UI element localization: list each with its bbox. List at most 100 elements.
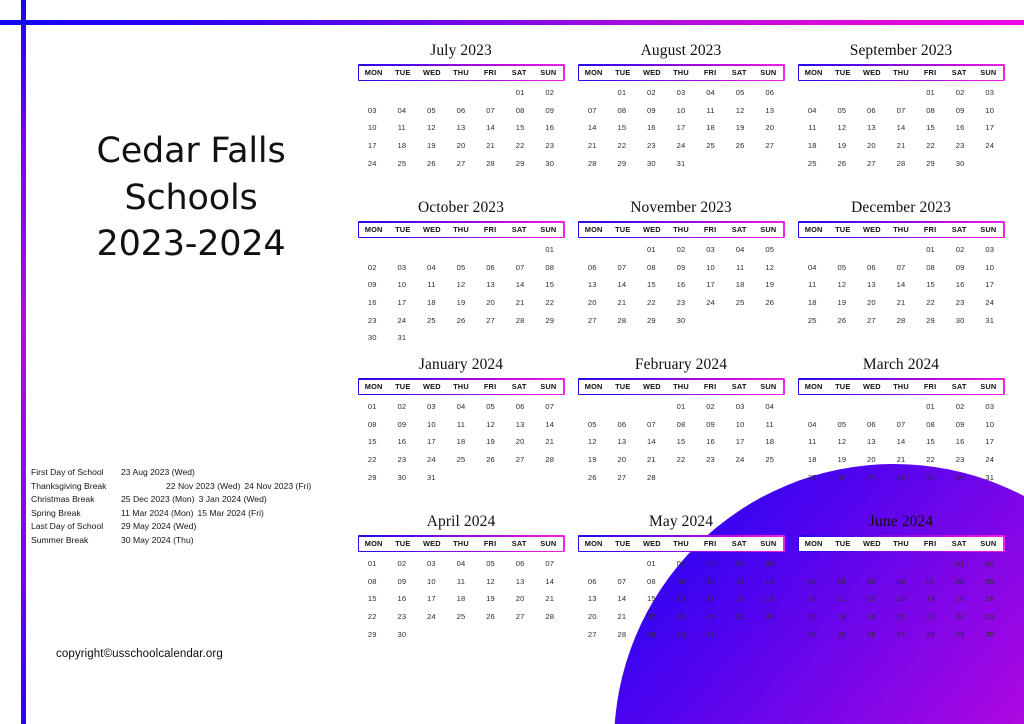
day-cell[interactable]: 06	[578, 573, 608, 591]
day-cell[interactable]: 30	[975, 626, 1005, 644]
day-cell[interactable]: 17	[358, 137, 388, 155]
day-cell[interactable]: 18	[387, 137, 417, 155]
day-cell[interactable]: 29	[637, 312, 667, 330]
day-cell[interactable]: 09	[358, 276, 388, 294]
day-cell[interactable]: 23	[666, 608, 696, 626]
day-cell[interactable]: 30	[945, 312, 975, 330]
day-cell[interactable]: 27	[755, 137, 785, 155]
day-cell[interactable]: 07	[505, 259, 535, 277]
day-cell[interactable]: 07	[607, 573, 637, 591]
day-cell[interactable]: 04	[446, 555, 476, 573]
day-cell[interactable]: 27	[476, 312, 506, 330]
day-cell[interactable]: 10	[975, 416, 1005, 434]
day-cell[interactable]: 12	[446, 276, 476, 294]
day-cell[interactable]: 28	[886, 312, 916, 330]
day-cell[interactable]: 23	[945, 294, 975, 312]
day-cell[interactable]: 24	[666, 137, 696, 155]
day-cell[interactable]: 30	[387, 469, 417, 487]
day-cell[interactable]: 19	[827, 294, 857, 312]
day-cell[interactable]: 19	[476, 590, 506, 608]
day-cell[interactable]: 05	[417, 102, 447, 120]
day-cell[interactable]: 04	[798, 416, 828, 434]
day-cell[interactable]: 02	[358, 259, 388, 277]
day-cell[interactable]: 07	[916, 573, 946, 591]
day-cell[interactable]: 01	[916, 398, 946, 416]
day-cell[interactable]: 20	[446, 137, 476, 155]
day-cell[interactable]: 14	[535, 416, 565, 434]
day-cell[interactable]: 05	[857, 573, 887, 591]
day-cell[interactable]: 23	[945, 451, 975, 469]
day-cell[interactable]: 06	[505, 398, 535, 416]
day-cell[interactable]: 09	[975, 573, 1005, 591]
day-cell[interactable]: 02	[945, 241, 975, 259]
day-cell[interactable]: 05	[476, 398, 506, 416]
day-cell[interactable]: 20	[857, 137, 887, 155]
day-cell[interactable]: 21	[886, 294, 916, 312]
day-cell[interactable]: 09	[387, 416, 417, 434]
day-cell[interactable]: 16	[945, 119, 975, 137]
day-cell[interactable]: 28	[607, 626, 637, 644]
day-cell[interactable]: 20	[857, 451, 887, 469]
day-cell[interactable]: 21	[916, 608, 946, 626]
day-cell[interactable]: 05	[725, 84, 755, 102]
day-cell[interactable]: 20	[505, 433, 535, 451]
day-cell[interactable]: 29	[916, 312, 946, 330]
day-cell[interactable]: 06	[607, 416, 637, 434]
day-cell[interactable]: 09	[387, 573, 417, 591]
day-cell[interactable]: 23	[975, 608, 1005, 626]
day-cell[interactable]: 03	[798, 573, 828, 591]
day-cell[interactable]: 15	[945, 590, 975, 608]
day-cell[interactable]: 26	[446, 312, 476, 330]
day-cell[interactable]: 21	[886, 451, 916, 469]
day-cell[interactable]: 01	[358, 398, 388, 416]
day-cell[interactable]: 04	[827, 573, 857, 591]
day-cell[interactable]: 01	[607, 84, 637, 102]
day-cell[interactable]: 27	[607, 469, 637, 487]
day-cell[interactable]: 18	[798, 137, 828, 155]
day-cell[interactable]: 25	[696, 137, 726, 155]
day-cell[interactable]: 14	[886, 433, 916, 451]
day-cell[interactable]: 23	[637, 137, 667, 155]
day-cell[interactable]: 29	[358, 469, 388, 487]
day-cell[interactable]: 24	[417, 608, 447, 626]
day-cell[interactable]: 26	[827, 312, 857, 330]
day-cell[interactable]: 09	[945, 259, 975, 277]
day-cell[interactable]: 21	[637, 451, 667, 469]
day-cell[interactable]: 12	[827, 119, 857, 137]
day-cell[interactable]: 20	[755, 119, 785, 137]
day-cell[interactable]: 15	[505, 119, 535, 137]
day-cell[interactable]: 12	[476, 416, 506, 434]
day-cell[interactable]: 11	[446, 573, 476, 591]
day-cell[interactable]: 04	[446, 398, 476, 416]
day-cell[interactable]: 30	[945, 155, 975, 173]
day-cell[interactable]: 10	[975, 259, 1005, 277]
day-cell[interactable]: 30	[637, 155, 667, 173]
day-cell[interactable]: 08	[637, 259, 667, 277]
day-cell[interactable]: 06	[476, 259, 506, 277]
day-cell[interactable]: 11	[417, 276, 447, 294]
day-cell[interactable]: 03	[975, 398, 1005, 416]
day-cell[interactable]: 21	[607, 608, 637, 626]
day-cell[interactable]: 31	[666, 155, 696, 173]
day-cell[interactable]: 04	[798, 102, 828, 120]
day-cell[interactable]: 22	[945, 608, 975, 626]
day-cell[interactable]: 03	[725, 398, 755, 416]
day-cell[interactable]: 18	[696, 119, 726, 137]
day-cell[interactable]: 12	[857, 590, 887, 608]
day-cell[interactable]: 08	[666, 416, 696, 434]
day-cell[interactable]: 15	[637, 590, 667, 608]
day-cell[interactable]: 10	[417, 416, 447, 434]
day-cell[interactable]: 18	[446, 433, 476, 451]
day-cell[interactable]: 14	[505, 276, 535, 294]
day-cell[interactable]: 21	[578, 137, 608, 155]
day-cell[interactable]: 05	[827, 416, 857, 434]
day-cell[interactable]: 10	[358, 119, 388, 137]
day-cell[interactable]: 23	[358, 312, 388, 330]
day-cell[interactable]: 26	[417, 155, 447, 173]
day-cell[interactable]: 07	[637, 416, 667, 434]
day-cell[interactable]: 30	[666, 312, 696, 330]
day-cell[interactable]: 25	[798, 155, 828, 173]
day-cell[interactable]: 27	[857, 155, 887, 173]
day-cell[interactable]: 27	[505, 451, 535, 469]
day-cell[interactable]: 07	[535, 555, 565, 573]
